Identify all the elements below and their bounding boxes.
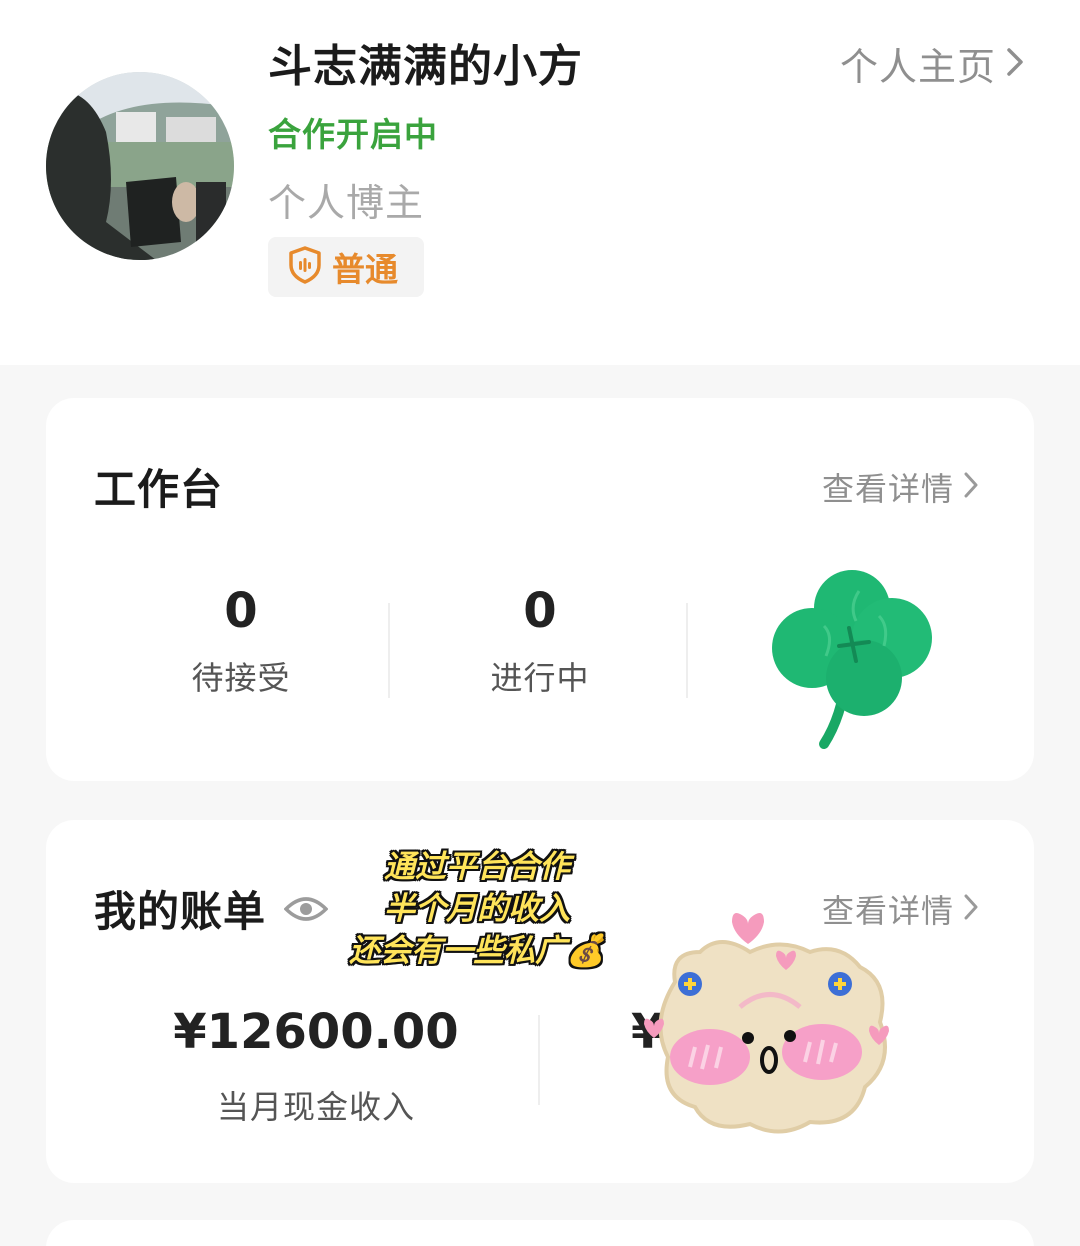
homepage-link[interactable]: 个人主页: [840, 36, 1024, 91]
level-badge[interactable]: 普通: [268, 237, 424, 297]
workbench-card: 工作台 查看详情 0 待接受 0 进行中: [46, 398, 1034, 781]
stat-value: 0: [224, 583, 258, 639]
divider: [686, 603, 688, 698]
chevron-right-icon: [954, 468, 978, 506]
caption-overlay: 通过平台合作 半个月的收入 还会有一些私广💰: [342, 846, 612, 972]
stat-pending[interactable]: 0 待接受: [141, 583, 341, 699]
monthly-cash-income[interactable]: ¥12600.00 当月现金收入: [156, 1004, 476, 1128]
stat-value: 0: [523, 583, 557, 639]
pig-sticker: [640, 912, 905, 1146]
caption-line: 半个月的收入: [384, 891, 570, 927]
badge-label: 普通: [332, 250, 398, 289]
divider: [388, 603, 390, 698]
income-label: 当月现金收入: [216, 1088, 415, 1126]
detail-link-label: 查看详情: [821, 470, 954, 508]
cooperation-status: 合作开启中: [268, 115, 438, 154]
caption-line: 还会有一些私广💰: [349, 933, 605, 969]
stat-label: 进行中: [490, 659, 590, 697]
caption-line: 通过平台合作: [384, 849, 570, 885]
profile-name: 斗志满满的小方: [268, 41, 583, 92]
bill-title: 我的账单: [94, 887, 267, 936]
shield-icon: [288, 246, 322, 288]
bill-title-row: 我的账单: [94, 878, 329, 939]
next-card: [46, 1220, 1034, 1246]
stat-label: 待接受: [191, 659, 291, 697]
stat-in-progress[interactable]: 0 进行中: [440, 583, 640, 699]
workbench-title: 工作台: [94, 465, 224, 514]
profile-header: 斗志满满的小方 合作开启中 个人博主 普通 个人主页: [0, 0, 1080, 365]
income-amount: ¥12600.00: [173, 1004, 459, 1060]
profile-role: 个人博主: [268, 181, 425, 225]
avatar[interactable]: [46, 72, 234, 260]
clover-sticker: [764, 566, 939, 755]
chevron-right-icon: [996, 42, 1024, 86]
eye-icon[interactable]: [284, 895, 329, 923]
chevron-right-icon: [954, 890, 978, 928]
workbench-detail-link[interactable]: 查看详情: [822, 464, 978, 510]
divider: [538, 1015, 540, 1105]
homepage-link-label: 个人主页: [839, 45, 996, 89]
